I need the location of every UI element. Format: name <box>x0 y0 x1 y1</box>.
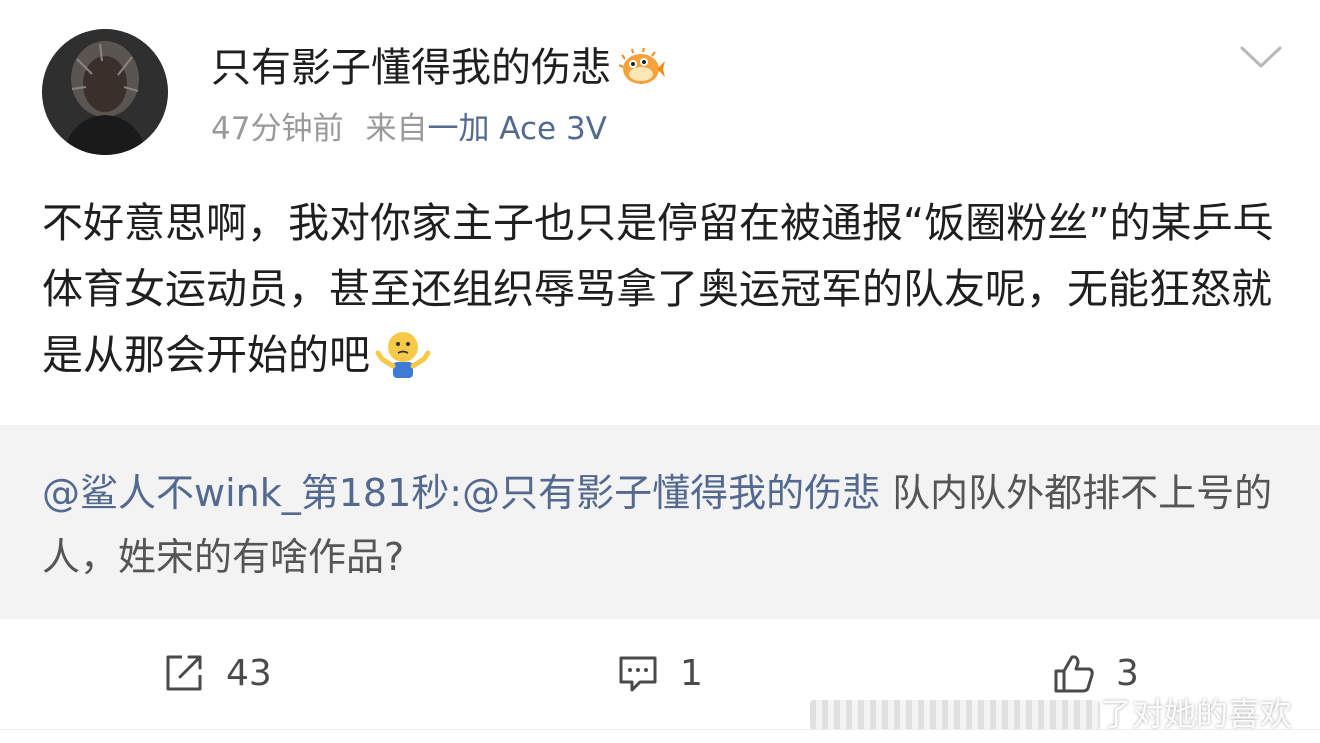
comment-count: 1 <box>680 652 703 694</box>
from-label: 来自 <box>365 111 428 147</box>
post-source[interactable]: 一加 Ace 3V <box>427 111 606 147</box>
mention-link[interactable]: @只有影子懂得我的伤悲 <box>462 471 880 515</box>
post-text: 不好意思啊，我对你家主子也只是停留在被通报“饭圈粉丝”的某乒乓体育女运动员，甚至… <box>42 199 1274 379</box>
username[interactable]: 只有影子懂得我的伤悲 <box>211 40 665 96</box>
repost-button[interactable]: 43 <box>162 647 272 699</box>
post-time: 47分钟前 <box>211 111 344 147</box>
thumbs-up-icon <box>1054 655 1094 693</box>
like-count: 3 <box>1116 652 1139 694</box>
comment-button[interactable]: 1 <box>616 647 703 699</box>
post-body: 不好意思啊，我对你家主子也只是停留在被通报“饭圈粉丝”的某乒乓体育女运动员，甚至… <box>42 190 1282 388</box>
quoted-text: @鲨人不wink_第181秒:@只有影子懂得我的伤悲 队内队外都排不上号的人，姓… <box>42 461 1282 589</box>
post-meta: 47分钟前 来自一加 Ace 3V <box>211 108 607 150</box>
mention-separator: : <box>449 471 463 515</box>
quoted-post[interactable]: @鲨人不wink_第181秒:@只有影子懂得我的伤悲 队内队外都排不上号的人，姓… <box>0 425 1320 619</box>
mention-link[interactable]: @鲨人不wink_第181秒 <box>42 471 449 515</box>
repost-count: 43 <box>226 652 272 694</box>
like-button[interactable]: 3 <box>1052 647 1139 699</box>
comment-icon <box>619 656 657 692</box>
repost-icon <box>166 655 202 691</box>
weibo-post-card: 只有影子懂得我的伤悲 47分钟前 来自一加 Ace 3V 不好意思啊，我对你家主子… <box>0 0 1320 743</box>
chevron-down-icon[interactable] <box>1238 42 1284 72</box>
divider <box>0 729 1320 730</box>
username-text[interactable]: 只有影子懂得我的伤悲 <box>211 40 611 96</box>
pufferfish-badge-icon <box>618 47 665 89</box>
watermark-blur <box>810 700 1100 730</box>
shrug-emoji-icon <box>374 329 432 379</box>
watermark-text: 了对她的喜欢 <box>1100 695 1293 733</box>
avatar[interactable] <box>42 29 168 155</box>
